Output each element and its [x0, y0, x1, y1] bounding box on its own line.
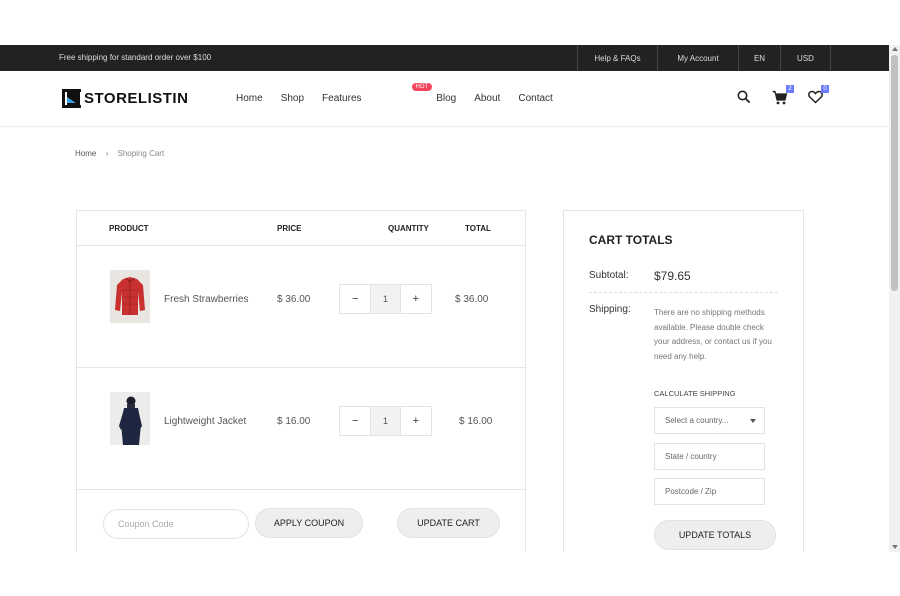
update-totals-button[interactable]: UPDATE TOTALS: [654, 520, 776, 550]
chevron-down-icon: [750, 419, 756, 423]
breadcrumb-current: Shoping Cart: [117, 149, 165, 158]
cart-icon[interactable]: 2: [772, 85, 794, 110]
wishlist-heart-icon[interactable]: 0: [808, 85, 829, 109]
col-product: PRODUCT: [109, 224, 149, 233]
help-faqs-link[interactable]: Help & FAQs: [577, 45, 657, 71]
cart-table: PRODUCT PRICE QUANTITY TOTAL Fresh Straw…: [76, 210, 526, 552]
wishlist-count-badge: 0: [821, 85, 829, 93]
nav-contact[interactable]: Contact: [518, 93, 552, 104]
main-header: STORELISTIN Home Shop Features HOT Blog A…: [0, 71, 889, 127]
logo-text: STORELISTIN: [84, 90, 189, 107]
product-image-navy-jacket[interactable]: [110, 392, 150, 445]
apply-coupon-button[interactable]: APPLY COUPON: [255, 508, 363, 538]
calculate-shipping-label: CALCULATE SHIPPING: [654, 389, 736, 398]
product-total: $ 16.00: [459, 416, 493, 427]
shipping-label: Shipping:: [589, 304, 631, 315]
my-account-link[interactable]: My Account: [657, 45, 738, 71]
qty-input[interactable]: 1: [370, 285, 401, 313]
cart-totals-title: CART TOTALS: [589, 233, 673, 247]
language-selector[interactable]: EN: [738, 45, 780, 71]
qty-decrease-button[interactable]: −: [340, 285, 370, 313]
shipping-notice: Free shipping for standard order over $1…: [59, 53, 212, 62]
breadcrumb-separator: ›: [105, 149, 109, 158]
divider: [589, 292, 778, 293]
logo[interactable]: STORELISTIN: [62, 89, 188, 108]
cart-table-header: PRODUCT PRICE QUANTITY TOTAL: [77, 211, 525, 246]
top-bar-links: Help & FAQs My Account EN USD: [577, 45, 831, 71]
qty-decrease-button[interactable]: −: [340, 407, 370, 435]
product-image-red-jacket[interactable]: [110, 270, 150, 323]
coupon-code-input[interactable]: Coupon Code: [103, 509, 249, 539]
nav-about[interactable]: About: [474, 93, 500, 104]
nav-home[interactable]: Home: [236, 93, 263, 104]
shipping-message: There are no shipping methods available.…: [654, 308, 772, 361]
nav-blog[interactable]: Blog: [436, 93, 456, 104]
breadcrumb-home[interactable]: Home: [75, 149, 96, 158]
quantity-stepper: − 1 +: [339, 284, 432, 314]
country-select[interactable]: Select a country...: [654, 407, 765, 434]
scroll-up-arrow-icon[interactable]: [892, 47, 898, 51]
state-field[interactable]: State / country: [654, 443, 765, 470]
nav-features[interactable]: Features HOT: [322, 83, 433, 104]
qty-input[interactable]: 1: [370, 407, 401, 435]
col-total: TOTAL: [465, 224, 491, 233]
table-row: Fresh Strawberries $ 36.00 − 1 + $ 36.00: [77, 246, 525, 368]
scroll-down-arrow-icon[interactable]: [892, 545, 898, 549]
update-cart-button[interactable]: UPDATE CART: [397, 508, 500, 538]
currency-selector[interactable]: USD: [780, 45, 831, 71]
nav-shop[interactable]: Shop: [281, 93, 304, 104]
hot-badge: HOT: [411, 83, 433, 91]
cart-count-badge: 2: [786, 85, 794, 93]
product-price: $ 16.00: [277, 416, 311, 427]
table-row: Lightweight Jacket $ 16.00 − 1 + $ 16.00: [77, 368, 525, 490]
postcode-field[interactable]: Postcode / Zip: [654, 478, 765, 505]
top-bar: Free shipping for standard order over $1…: [0, 45, 889, 71]
product-name[interactable]: Lightweight Jacket: [164, 416, 246, 427]
qty-increase-button[interactable]: +: [401, 407, 431, 435]
nav-features-label: Features: [322, 93, 362, 104]
scrollbar-thumb[interactable]: [891, 55, 898, 291]
product-total: $ 36.00: [455, 294, 489, 305]
subtotal-label: Subtotal:: [589, 270, 629, 281]
quantity-stepper: − 1 +: [339, 406, 432, 436]
product-name[interactable]: Fresh Strawberries: [164, 294, 248, 305]
cart-totals-panel: CART TOTALS Subtotal: $79.65 Shipping: T…: [563, 210, 804, 552]
main-nav: Home Shop Features HOT Blog About Contact: [236, 83, 571, 104]
browser-viewport: Free shipping for standard order over $1…: [0, 45, 900, 552]
subtotal-value: $79.65: [654, 269, 691, 283]
col-quantity: QUANTITY: [388, 224, 429, 233]
breadcrumb: Home › Shoping Cart: [75, 149, 164, 158]
col-price: PRICE: [277, 224, 302, 233]
top-edge: [402, 43, 530, 45]
qty-increase-button[interactable]: +: [401, 285, 431, 313]
product-price: $ 36.00: [277, 294, 311, 305]
page-scrollbar[interactable]: [889, 45, 900, 552]
logo-mark-icon: [62, 89, 82, 108]
search-icon[interactable]: [737, 90, 751, 109]
country-select-value: Select a country...: [665, 416, 729, 425]
